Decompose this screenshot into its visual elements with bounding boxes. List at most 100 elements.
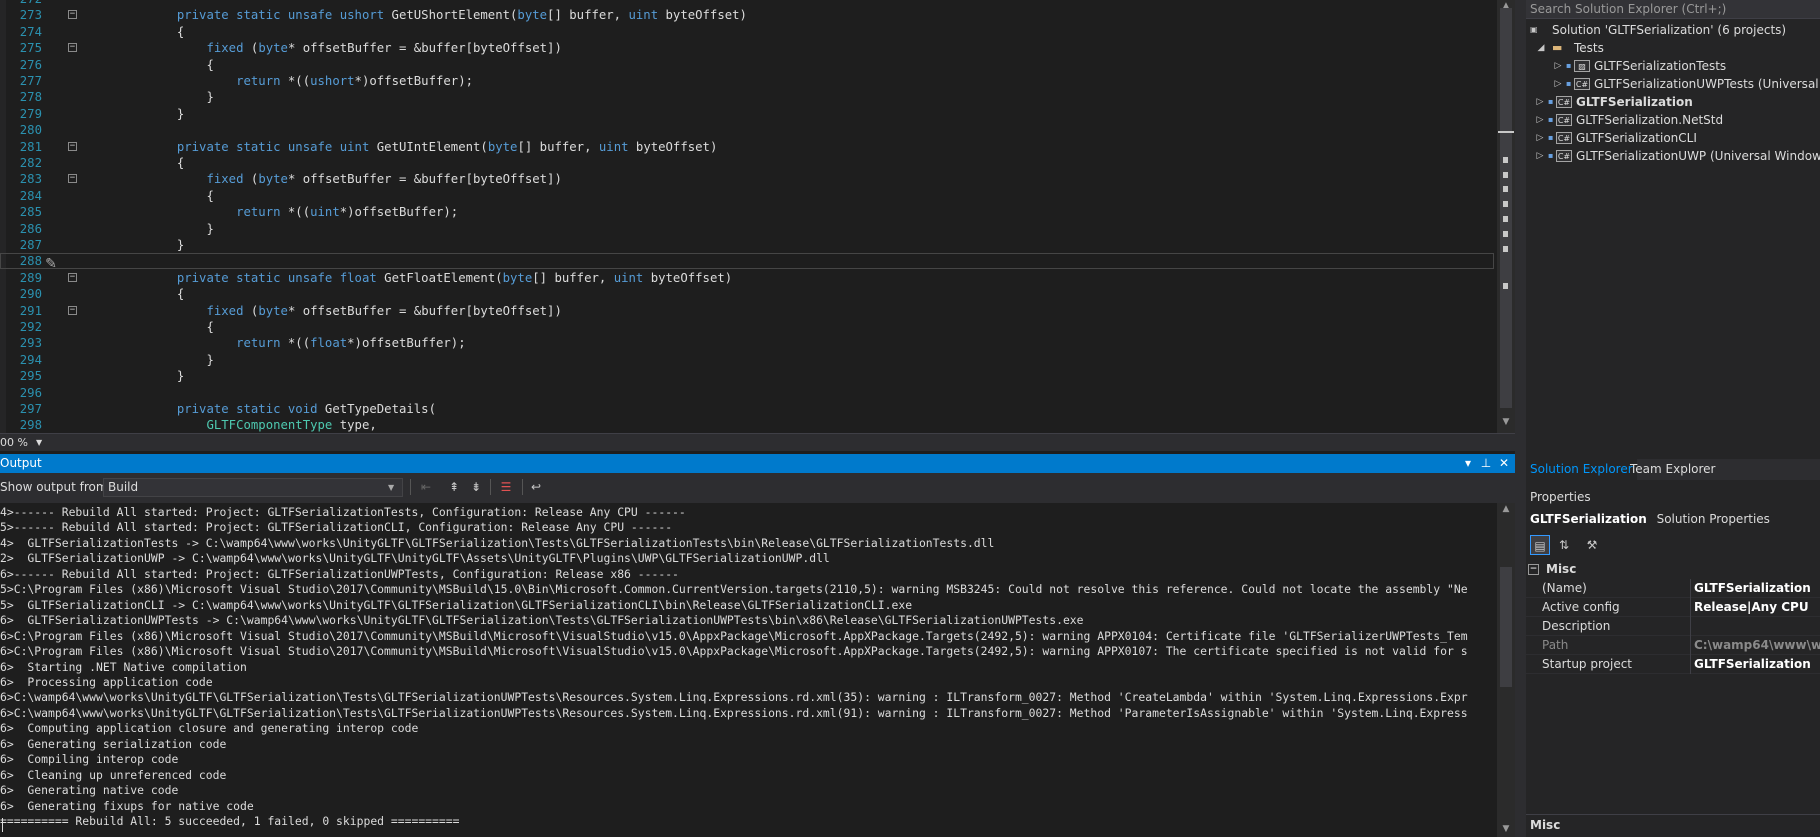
scroll-up-icon[interactable]: ▲: [1497, 503, 1515, 515]
code-text[interactable]: {: [88, 286, 184, 302]
collapse-icon[interactable]: −: [68, 43, 77, 53]
chevron-right-icon[interactable]: ▷: [1534, 129, 1546, 147]
collapse-icon[interactable]: −: [1528, 564, 1539, 575]
code-text[interactable]: {: [88, 57, 213, 73]
tab-team-explorer[interactable]: Team Explorer: [1626, 459, 1720, 480]
code-line[interactable]: 295 }: [0, 368, 1494, 384]
output-scrollbar[interactable]: ▲ ▼: [1497, 503, 1515, 837]
collapse-icon[interactable]: −: [68, 141, 77, 151]
code-line[interactable]: 296: [0, 385, 1494, 401]
chevron-down-icon[interactable]: ▼: [388, 479, 400, 496]
editor-lines[interactable]: 272273 − private static unsafe ushort Get…: [0, 0, 1494, 433]
code-line[interactable]: 286 }: [0, 221, 1494, 237]
chevron-right-icon[interactable]: ▷: [1534, 111, 1546, 129]
property-row-name[interactable]: (Name) GLTFSerialization: [1526, 579, 1820, 598]
property-value[interactable]: GLTFSerialization: [1694, 655, 1820, 674]
tree-item-project[interactable]: ▷ ▪ C# GLTFSerializationCLI: [1526, 129, 1820, 147]
code-line[interactable]: 276 {: [0, 57, 1494, 73]
go-to-next-message-icon[interactable]: ⇟: [468, 479, 484, 495]
property-pages-icon[interactable]: ⚒: [1582, 535, 1602, 555]
code-text[interactable]: {: [88, 188, 213, 204]
code-text[interactable]: fixed (byte* offsetBuffer = &buffer[byte…: [88, 171, 561, 187]
code-text[interactable]: return *((float*)offsetBuffer);: [88, 335, 466, 351]
property-value[interactable]: GLTFSerialization: [1694, 579, 1820, 598]
code-line[interactable]: 284 {: [0, 188, 1494, 204]
code-text[interactable]: fixed (byte* offsetBuffer = &buffer[byte…: [88, 303, 561, 319]
code-line[interactable]: 283 − fixed (byte* offsetBuffer = &buffer…: [0, 171, 1494, 187]
close-icon[interactable]: ✕: [1496, 454, 1512, 473]
code-text[interactable]: }: [88, 352, 213, 368]
code-text[interactable]: GLTFComponentType type,: [88, 417, 376, 433]
go-to-previous-message-icon[interactable]: ⇞: [446, 479, 462, 495]
editor-scrollbar[interactable]: ▲ ▼: [1497, 0, 1515, 433]
code-line[interactable]: 273 − private static unsafe ushort GetUSh…: [0, 7, 1494, 23]
property-row-description[interactable]: Description: [1526, 617, 1820, 636]
code-line[interactable]: 278 }: [0, 89, 1494, 105]
solution-explorer-search-input[interactable]: Search Solution Explorer (Ctrl+;): [1526, 0, 1820, 19]
tree-item-project[interactable]: ▷ ▪ C# GLTFSerialization: [1526, 93, 1820, 111]
code-text[interactable]: }: [88, 89, 213, 105]
code-text[interactable]: {: [88, 319, 213, 335]
code-text[interactable]: private static unsafe ushort GetUShortEl…: [88, 7, 747, 23]
chevron-down-icon[interactable]: ▼: [36, 434, 50, 451]
scroll-down-icon[interactable]: ▼: [1497, 416, 1515, 428]
code-line[interactable]: 292 {: [0, 319, 1494, 335]
window-position-icon[interactable]: ▾: [1460, 454, 1476, 473]
code-line[interactable]: 291 − fixed (byte* offsetBuffer = &buffer…: [0, 303, 1494, 319]
property-row-active-config[interactable]: Active config Release|Any CPU: [1526, 598, 1820, 617]
property-row-path[interactable]: Path C:\wamp64\www\wor: [1526, 636, 1820, 655]
properties-object-selector[interactable]: GLTFSerialization Solution Properties: [1526, 509, 1820, 529]
code-line[interactable]: 272: [0, 0, 1494, 7]
chevron-right-icon[interactable]: ▷: [1534, 93, 1546, 111]
categorized-icon[interactable]: ▤: [1530, 535, 1550, 555]
output-source-select[interactable]: Build ▼: [103, 478, 403, 497]
code-line[interactable]: 287 }: [0, 237, 1494, 253]
find-message-icon[interactable]: ⇤: [418, 479, 434, 495]
chevron-expanded-icon[interactable]: ◢: [1535, 39, 1547, 57]
code-line[interactable]: 275 − fixed (byte* offsetBuffer = &buffer…: [0, 40, 1494, 56]
code-editor[interactable]: 272273 − private static unsafe ushort Get…: [0, 0, 1515, 433]
tree-item-project[interactable]: ▷ ▪ C# GLTFSerializationUWPTests (Univer…: [1526, 75, 1820, 93]
code-line[interactable]: 298 GLTFComponentType type,: [0, 417, 1494, 433]
tree-item-project[interactable]: ▷ ▪ C# GLTFSerialization.NetStd: [1526, 111, 1820, 129]
properties-category-misc[interactable]: − Misc: [1526, 560, 1820, 579]
code-line[interactable]: 290 {: [0, 286, 1494, 302]
tree-item-project[interactable]: ▷ ▪ C# GLTFSerializationUWP (Universal W…: [1526, 147, 1820, 165]
panel-splitter[interactable]: [1515, 0, 1526, 837]
chevron-right-icon[interactable]: ▷: [1552, 75, 1564, 93]
code-line[interactable]: 274 {: [0, 24, 1494, 40]
alphabetical-sort-icon[interactable]: ⇅: [1554, 535, 1574, 555]
tab-solution-explorer[interactable]: Solution Explorer: [1526, 459, 1637, 480]
code-text[interactable]: }: [88, 106, 184, 122]
code-line[interactable]: 288: [0, 253, 1494, 270]
tree-item-project[interactable]: ▷ ▪ ▨ GLTFSerializationTests: [1526, 57, 1820, 75]
collapse-icon[interactable]: −: [68, 272, 77, 282]
code-text[interactable]: private static unsafe float GetFloatElem…: [88, 270, 732, 286]
code-line[interactable]: 297 private static void GetTypeDetails(: [0, 401, 1494, 417]
toggle-word-wrap-icon[interactable]: ↩: [528, 479, 544, 495]
code-text[interactable]: }: [88, 221, 213, 237]
output-scroll-thumb[interactable]: [1500, 567, 1512, 687]
code-text[interactable]: }: [88, 368, 184, 384]
collapse-icon[interactable]: −: [68, 10, 77, 20]
chevron-right-icon[interactable]: ▷: [1552, 57, 1564, 75]
output-text-area[interactable]: 4>------ Rebuild All started: Project: G…: [0, 503, 1495, 837]
property-row-startup-project[interactable]: Startup project GLTFSerialization: [1526, 655, 1820, 674]
code-line[interactable]: 280: [0, 122, 1494, 138]
collapse-icon[interactable]: −: [68, 174, 77, 184]
code-text[interactable]: {: [88, 24, 184, 40]
code-line[interactable]: 277 return *((ushort*)offsetBuffer);: [0, 73, 1494, 89]
collapse-icon[interactable]: −: [68, 305, 77, 315]
pin-icon[interactable]: ⊥: [1478, 454, 1494, 473]
code-text[interactable]: {: [88, 155, 184, 171]
tree-item-solution[interactable]: ▣ Solution 'GLTFSerialization' (6 projec…: [1526, 21, 1820, 39]
code-text[interactable]: private static void GetTypeDetails(: [88, 401, 436, 417]
code-text[interactable]: return *((ushort*)offsetBuffer);: [88, 73, 473, 89]
editor-scroll-thumb[interactable]: [1500, 8, 1512, 408]
code-text[interactable]: return *((uint*)offsetBuffer);: [88, 204, 458, 220]
code-line[interactable]: 294 }: [0, 352, 1494, 368]
tree-item-tests-folder[interactable]: ◢ ▬ Tests: [1526, 39, 1820, 57]
chevron-right-icon[interactable]: ▷: [1534, 147, 1546, 165]
code-text[interactable]: fixed (byte* offsetBuffer = &buffer[byte…: [88, 40, 561, 56]
code-line[interactable]: 285 return *((uint*)offsetBuffer);: [0, 204, 1494, 220]
